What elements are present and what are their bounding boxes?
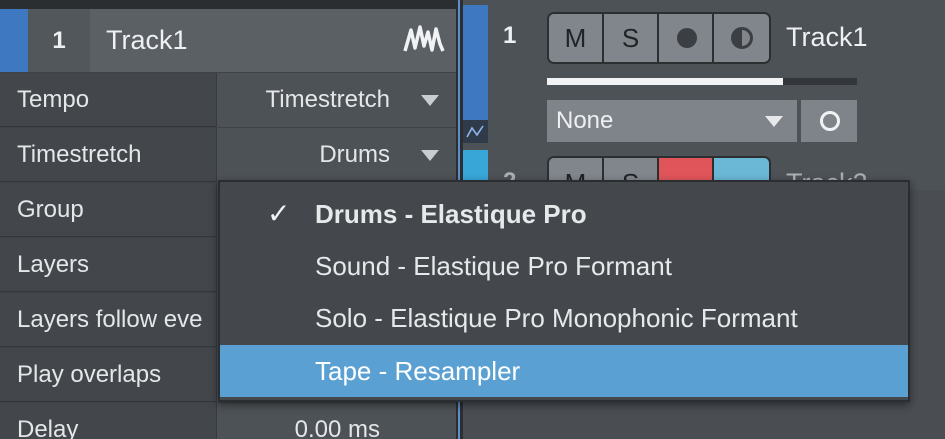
track-color-swatch[interactable] [0, 9, 28, 72]
inspector-row-timestretch: Timestretch Drums [0, 128, 456, 182]
record-arm-button[interactable] [659, 14, 714, 62]
solo-button[interactable]: S [604, 14, 659, 62]
automation-icon[interactable] [463, 120, 488, 143]
row-label: Play overlaps [17, 361, 162, 388]
circle-icon [820, 111, 840, 131]
track1-name[interactable]: Track1 [786, 22, 868, 53]
row-label: Tempo [17, 86, 90, 113]
inspector-top-border [0, 0, 456, 9]
inspector-row-delay: Delay 0.00 ms [0, 403, 456, 439]
row-label: Layers follow eve [17, 306, 203, 333]
chevron-down-icon [421, 95, 439, 106]
menu-item-drums[interactable]: ✓ Drums - Elastique Pro [220, 188, 908, 240]
row-label: Group [17, 196, 84, 223]
inspector-track-name[interactable]: Track1 [106, 9, 188, 72]
menu-item-sound[interactable]: Sound - Elastique Pro Formant [220, 240, 908, 292]
monitor-button[interactable] [714, 14, 769, 62]
tempo-value: Timestretch [265, 86, 390, 113]
checkmark-icon: ✓ [267, 198, 291, 229]
inspector-row-tempo: Tempo Timestretch [0, 73, 456, 127]
row-label: Delay [17, 416, 79, 439]
row-label: Layers [17, 251, 90, 278]
menu-item-label: Drums - Elastique Pro [315, 199, 587, 229]
volume-fader-fill [547, 78, 783, 85]
menu-item-tape[interactable]: Tape - Resampler [220, 345, 908, 397]
track1-button-group: M S [547, 12, 771, 64]
waveform-icon[interactable] [403, 24, 445, 54]
mute-button[interactable]: M [549, 14, 604, 62]
chevron-down-icon [765, 116, 783, 127]
monitor-icon [731, 27, 753, 49]
input-select-value: None [556, 107, 614, 134]
record-icon [677, 28, 697, 48]
chevron-down-icon [421, 150, 439, 161]
menu-item-label: Sound - Elastique Pro Formant [315, 251, 672, 281]
menu-item-label: Solo - Elastique Pro Monophonic Formant [315, 303, 798, 333]
timestretch-value: Drums [319, 141, 390, 168]
delay-value: 0.00 ms [294, 416, 380, 439]
inspector-track-number: 1 [52, 27, 66, 54]
menu-item-solo[interactable]: Solo - Elastique Pro Monophonic Formant [220, 292, 908, 344]
row-label: Timestretch [17, 141, 142, 168]
timestretch-dropdown-menu: ✓ Drums - Elastique Pro Sound - Elastiqu… [218, 180, 910, 402]
track1-number: 1 [503, 22, 517, 49]
menu-item-label: Tape - Resampler [315, 356, 521, 386]
